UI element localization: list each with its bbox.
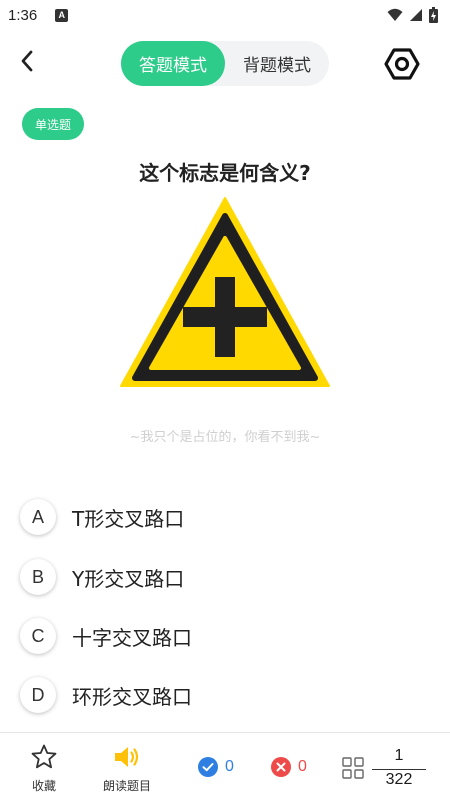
status-indicators <box>387 7 438 23</box>
battery-charging-icon <box>429 7 438 23</box>
question-list-button[interactable]: 1 322 <box>342 747 442 793</box>
option-letter: C <box>20 618 56 654</box>
question-type-badge: 单选题 <box>22 108 84 140</box>
question-title: 这个标志是何含义? <box>139 161 311 185</box>
option-text: 环形交叉路口 <box>72 684 192 709</box>
total-questions: 322 <box>385 771 413 788</box>
speaker-icon <box>115 747 139 767</box>
bottom-bar: 收藏 朗读题目 0 0 1 322 <box>0 732 450 800</box>
favorite-button[interactable]: 收藏 <box>30 743 58 794</box>
status-bar: 1:36 A <box>0 0 450 30</box>
read-aloud-label: 朗读题目 <box>103 779 152 793</box>
tab-answer-mode[interactable]: 答题模式 <box>121 41 225 86</box>
warning-sign-crossroads-image <box>120 197 330 387</box>
current-question-index: 1 <box>394 747 404 764</box>
check-circle-icon <box>198 757 218 777</box>
settings-hexagon-icon <box>384 48 420 80</box>
tab-memorize-mode[interactable]: 背题模式 <box>225 41 329 86</box>
status-time: 1:36 <box>8 6 38 24</box>
cellular-signal-icon <box>410 9 422 21</box>
wifi-icon <box>387 8 403 21</box>
favorite-label: 收藏 <box>31 779 56 793</box>
settings-button[interactable] <box>382 44 422 84</box>
star-icon <box>31 744 57 769</box>
correct-count: 0 <box>225 758 234 775</box>
app-notification-icon: A <box>55 8 69 22</box>
option-letter: D <box>20 677 56 713</box>
read-aloud-button[interactable]: 朗读题目 <box>103 743 151 794</box>
chevron-left-icon <box>21 50 33 72</box>
mode-switch: 答题模式 背题模式 <box>121 41 329 86</box>
placeholder-text: ~我只个是占位的，你看不到我~ <box>129 430 321 445</box>
correct-counter: 0 <box>198 757 234 777</box>
wrong-counter: 0 <box>271 757 307 777</box>
option-text: T形交叉路口 <box>72 506 185 531</box>
option-letter: B <box>20 559 56 595</box>
back-button[interactable] <box>12 46 42 76</box>
wrong-count: 0 <box>298 758 307 775</box>
option-a[interactable]: A T形交叉路口 <box>20 495 420 539</box>
fraction-divider <box>372 769 426 770</box>
option-letter: A <box>20 499 56 535</box>
x-circle-icon <box>271 757 291 777</box>
option-text: Y形交叉路口 <box>72 566 185 591</box>
grid-icon <box>342 757 364 779</box>
option-c[interactable]: C 十字交叉路口 <box>20 614 420 658</box>
option-text: 十字交叉路口 <box>72 625 192 650</box>
header: 答题模式 背题模式 <box>0 30 450 94</box>
option-b[interactable]: B Y形交叉路口 <box>20 555 420 599</box>
option-d[interactable]: D 环形交叉路口 <box>20 673 420 717</box>
